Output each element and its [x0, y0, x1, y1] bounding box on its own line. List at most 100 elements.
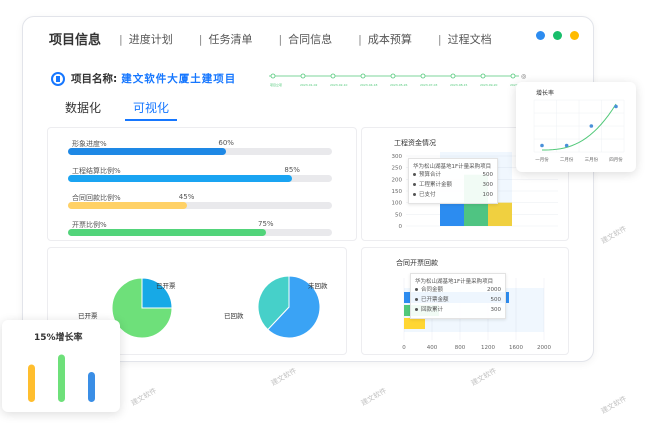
tab-task-list[interactable]: | 任务清单	[199, 31, 253, 47]
progress-panel: 形象进度% 60% 工程结算比例% 85% 合同回款比例% 45% 开票比例% 75%	[47, 127, 357, 241]
milestone-dot	[450, 73, 456, 79]
milestone-label: 2023-05-26	[390, 83, 408, 87]
progress-track	[68, 175, 332, 182]
progress-track	[68, 229, 332, 236]
x-tick-label: 二月份	[560, 156, 574, 163]
tab-label: 过程文档	[447, 32, 492, 46]
window-dots	[528, 31, 579, 40]
fund-tooltip-row: 已支付 100	[413, 190, 493, 200]
x-tick-label: 1600	[509, 345, 523, 351]
growth-point	[614, 104, 618, 109]
document-icon	[51, 71, 65, 86]
x-tick-label: 一月份	[535, 156, 549, 163]
progress-fill	[68, 148, 227, 155]
growth-bar	[88, 372, 95, 402]
subtab-visual[interactable]: 可视化	[125, 99, 178, 121]
blue-dot[interactable]	[536, 31, 545, 40]
growth-point	[589, 124, 594, 128]
tab-label: 任务清单	[208, 32, 253, 46]
tab-project-info[interactable]: 项目信息	[49, 29, 101, 48]
project-name-value: 建文软件大厦土建项目	[121, 73, 237, 85]
milestone-label: 2023-01-02	[300, 83, 318, 87]
fund-tooltip-row: 工程累计金额 300	[413, 180, 493, 190]
x-tick-label: 2000	[537, 345, 551, 351]
top-tab-bar: 项目信息 | 进度计划 | 任务清单 | 合同信息 | 成本预算 | 过程文档	[49, 29, 518, 49]
green-dot[interactable]	[553, 31, 562, 40]
pie-label: 已回款	[224, 312, 244, 320]
subtab-data[interactable]: 数据化	[57, 99, 109, 121]
contract-bar	[404, 318, 425, 329]
project-name-row: 项目名称: 建文软件大厦土建项目	[51, 71, 236, 86]
milestone-end-icon: ◎	[521, 73, 526, 80]
milestone-dot	[510, 73, 516, 79]
milestone-label: 2023-02-10	[330, 83, 348, 87]
tab-label: 项目信息	[49, 33, 102, 48]
milestone-timeline: 项目立项 2023-01-02 2023-02-10 2023-04-18 2023-0…	[269, 73, 528, 87]
contract-chart-panel: 合同开票回款 0 400 800 1200 1600 2000 华为松山湖基地1F计量采购…	[361, 247, 569, 355]
tab-cost-budget[interactable]: | 成本预算	[358, 31, 412, 47]
tab-label: 合同信息	[288, 32, 333, 46]
milestone-label: 2023-09-20	[480, 83, 498, 87]
fund-tooltip: 华为松山湖基地1F计量采购项目 预算合计 500 工程累计金额 300 已支付 100	[408, 158, 498, 204]
milestone-dot	[480, 73, 486, 79]
fund-tooltip-title: 华为松山湖基地1F计量采购项目	[413, 164, 492, 170]
progress-fill	[68, 175, 293, 182]
x-tick-label: 0	[402, 345, 406, 351]
y-tick-label: 300	[392, 154, 403, 160]
growth-rate-card: 增长率 一月份 二月份 三月份 四月份	[516, 82, 636, 172]
yellow-dot[interactable]	[570, 31, 579, 40]
y-tick-label: 150	[392, 189, 403, 195]
y-tick-label: 100	[392, 201, 403, 207]
tab-label: 成本预算	[367, 32, 412, 46]
milestone-label: 2023-08-15	[450, 83, 468, 87]
growth-line-chart: 一月份 二月份 三月份 四月份	[533, 99, 625, 163]
watermark-text: 建文软件	[269, 366, 299, 388]
milestone-dot	[390, 73, 396, 79]
growth-point	[540, 143, 544, 148]
progress-percent: 60%	[218, 139, 234, 147]
growth-bar-chart	[28, 354, 95, 402]
progress-percent: 45%	[178, 193, 195, 201]
project-name-label: 项目名称:	[71, 73, 118, 85]
x-tick-label: 1200	[481, 345, 495, 351]
x-tick-label: 800	[455, 345, 466, 351]
growth-bars-card: 15%增长率	[2, 320, 120, 412]
milestone-dot	[300, 73, 306, 79]
milestone-label: 项目立项	[270, 82, 282, 87]
watermark-text: 建文软件	[129, 386, 159, 408]
watermark-text: 建文软件	[599, 224, 629, 246]
y-tick-label: 250	[392, 166, 403, 172]
progress-fill	[68, 202, 187, 209]
tab-schedule[interactable]: | 进度计划	[119, 31, 173, 47]
fund-tooltip-row: 预算合计 500	[413, 170, 493, 180]
y-tick-label: 200	[392, 177, 403, 183]
milestone-dot	[270, 73, 276, 79]
milestone-label: 2023-07-03	[420, 83, 438, 87]
milestone-dot	[330, 73, 336, 79]
tab-contract-info[interactable]: | 合同信息	[278, 31, 332, 47]
progress-track	[68, 202, 332, 209]
x-tick-label: 400	[427, 345, 438, 351]
pie-label: 未回款	[308, 282, 328, 290]
watermark-text: 建文软件	[469, 366, 499, 388]
contract-tooltip-row: 合同金额 2000	[415, 285, 501, 295]
watermark-text: 建文软件	[599, 394, 629, 416]
pie-label: 已开票	[78, 312, 98, 320]
progress-track	[68, 148, 332, 155]
contract-tooltip: 华为松山湖基地1F计量采购项目 合同金额 2000 已开票金额 500 回款累计 30…	[410, 273, 506, 319]
tab-process-docs[interactable]: | 过程文档	[438, 31, 492, 47]
progress-percent: 75%	[258, 220, 274, 228]
contract-tooltip-row: 已开票金额 500	[415, 295, 501, 305]
progress-percent: 85%	[284, 166, 300, 174]
milestone-dot	[360, 73, 366, 79]
milestone-label: 2023-04-18	[360, 83, 378, 87]
contract-tooltip-title: 华为松山湖基地1F计量采购项目	[415, 279, 494, 285]
contract-tooltip-row: 回款累计 300	[415, 305, 501, 315]
milestone-dot	[420, 73, 426, 79]
growth-point	[564, 143, 569, 148]
tab-label: 进度计划	[128, 32, 173, 46]
progress-fill	[68, 229, 266, 236]
watermark-text: 建文软件	[359, 386, 389, 408]
x-tick-label: 四月份	[609, 156, 623, 163]
growth-bar	[28, 364, 35, 402]
